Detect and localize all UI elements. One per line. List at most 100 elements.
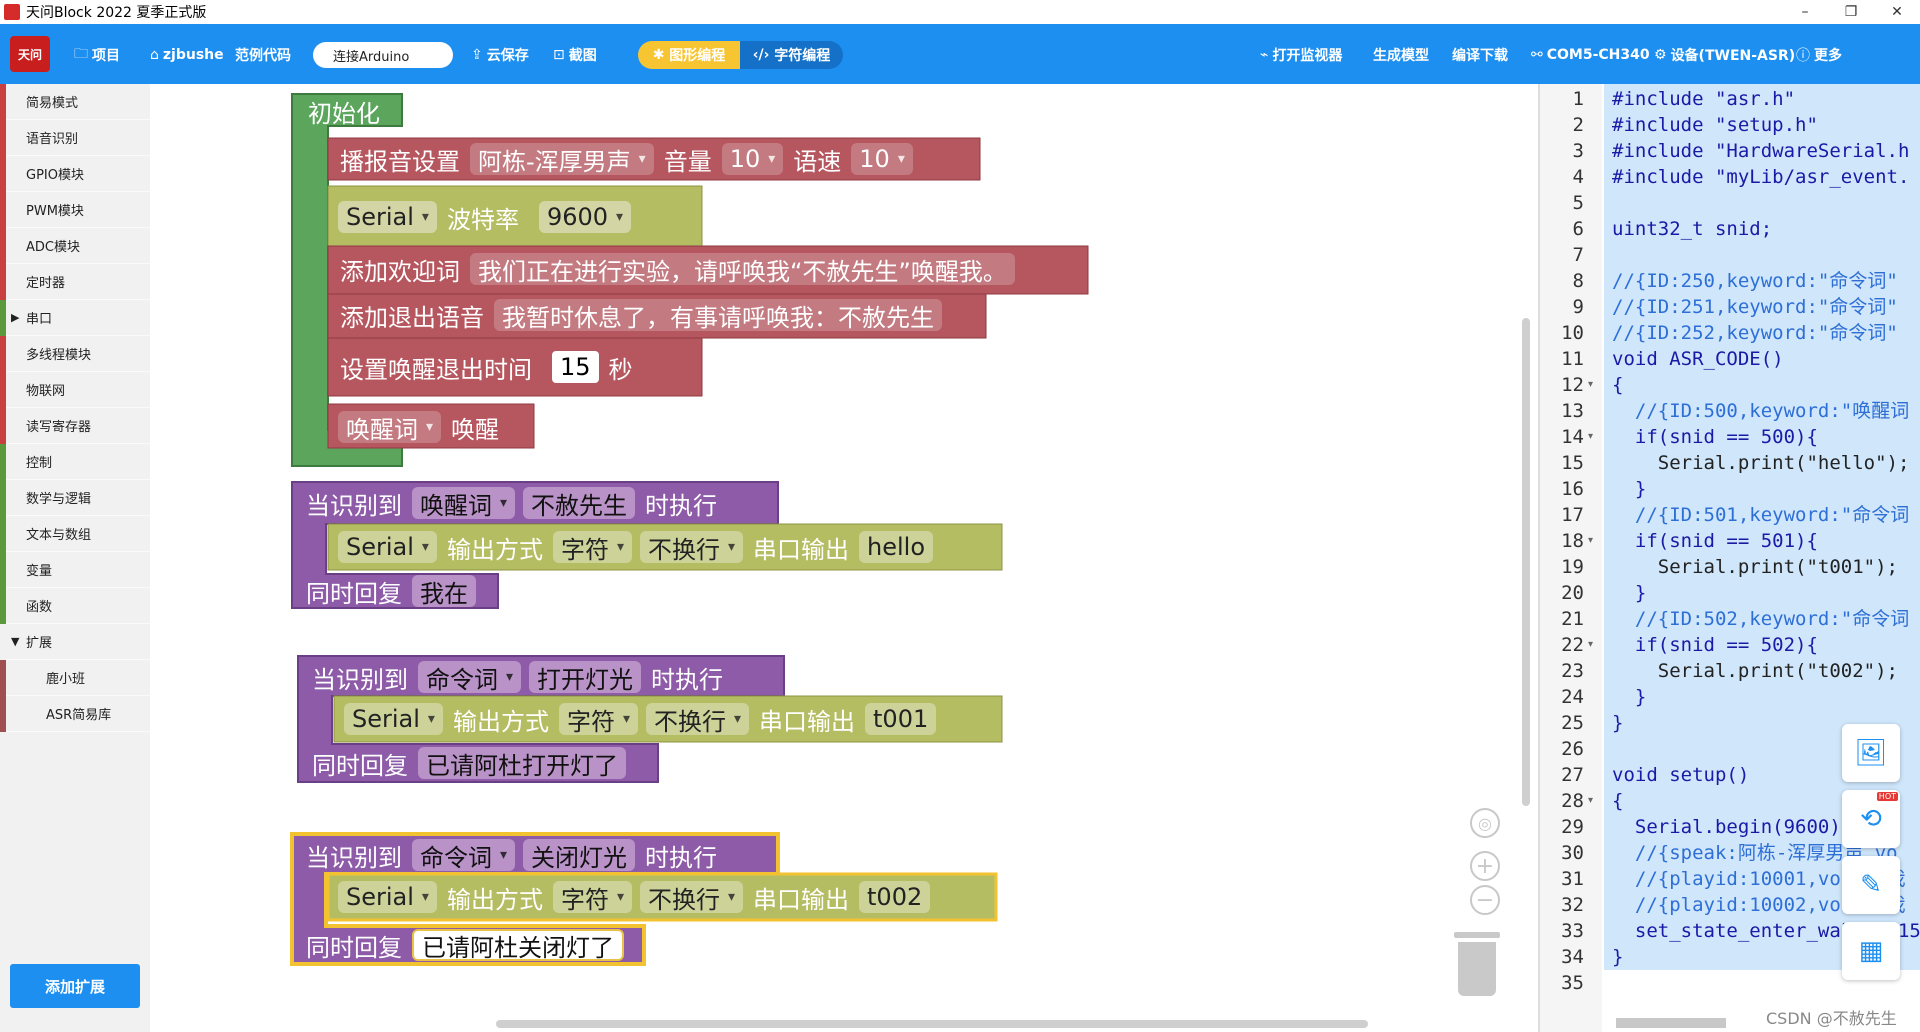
init-header[interactable]: 初始化: [302, 96, 386, 128]
event3-mode-dropdown[interactable]: 字符: [552, 881, 632, 914]
event1-reply-field[interactable]: 我在: [412, 575, 476, 608]
wake-type-dropdown[interactable]: 唤醒词: [338, 411, 442, 444]
qrcode-icon[interactable]: ▦: [1842, 922, 1900, 980]
event3-serial-dropdown[interactable]: Serial: [338, 881, 437, 913]
image-add-icon[interactable]: 🖼: [1842, 724, 1900, 782]
text-mode-tab[interactable]: ‹/› 字符编程: [740, 41, 843, 69]
sidebar-category[interactable]: 物联网: [0, 371, 150, 408]
target-icon[interactable]: ◎: [1470, 808, 1500, 838]
sidebar-category[interactable]: 控制: [0, 443, 150, 480]
blocks-workspace[interactable]: 初始化 播报音设置 阿栋-浑厚男声 音量 10 语速 10 Serial 波特率…: [150, 84, 1532, 1032]
fold-toggle-icon[interactable]: ▾: [1588, 528, 1593, 554]
sidebar-category[interactable]: 函数: [0, 587, 150, 624]
more-menu[interactable]: ⓘ 更多: [1796, 44, 1842, 66]
welcome-block[interactable]: 添加欢迎词 我们正在进行实验，请呼唤我“不赦先生”唤醒我。: [334, 252, 1019, 286]
event3-output-field[interactable]: t002: [859, 881, 931, 913]
sidebar-category[interactable]: 语音识别: [0, 119, 150, 156]
volume-dropdown[interactable]: 10: [721, 143, 784, 175]
exit-text-field[interactable]: 我暂时休息了，有事请呼唤我：不赦先生: [494, 299, 942, 332]
sidebar-category[interactable]: ▶ 串口: [0, 299, 150, 336]
sidebar-category[interactable]: ADC模块: [0, 227, 150, 264]
event3-serial-block[interactable]: Serial 输出方式 字符 不换行 串口输出 t002: [334, 880, 934, 914]
sidebar-category[interactable]: PWM模块: [0, 191, 150, 228]
event2-output-field[interactable]: t001: [865, 703, 937, 735]
exit-voice-block[interactable]: 添加退出语音 我暂时休息了，有事请呼唤我：不赦先生: [334, 298, 946, 332]
workspace-horizontal-scrollbar[interactable]: [496, 1020, 1368, 1028]
serial-baud-block[interactable]: Serial 波特率 9600: [334, 200, 635, 234]
connect-arduino-button[interactable]: 连接Arduino: [313, 42, 453, 68]
event2-header[interactable]: 当识别到 命令词 打开灯光 时执行: [306, 660, 729, 694]
baud-dropdown[interactable]: 9600: [538, 201, 632, 233]
trash-icon[interactable]: [1454, 932, 1500, 996]
minimize-button[interactable]: –: [1782, 0, 1828, 24]
edit-icon[interactable]: ✎: [1842, 856, 1900, 914]
user-menu[interactable]: ⌂ zjbushe: [150, 44, 224, 66]
sidebar-category[interactable]: ▼ 扩展: [0, 623, 150, 660]
wake-timeout-block[interactable]: 设置唤醒退出时间 15 秒: [334, 350, 639, 384]
sidebar-category[interactable]: GPIO模块: [0, 155, 150, 192]
maximize-button[interactable]: ❐: [1828, 0, 1874, 24]
event1-header[interactable]: 当识别到 唤醒词 不赦先生 时执行: [300, 486, 723, 520]
event2-keyword-field[interactable]: 打开灯光: [529, 661, 642, 694]
event1-output-field[interactable]: hello: [859, 531, 934, 563]
sidebar-category[interactable]: 多线程模块: [0, 335, 150, 372]
event1-type-dropdown[interactable]: 唤醒词: [412, 487, 516, 520]
sidebar-category[interactable]: 数学与逻辑: [0, 479, 150, 516]
sidebar-category[interactable]: 读写寄存器: [0, 407, 150, 444]
sidebar-category[interactable]: 定时器: [0, 263, 150, 300]
share-icon[interactable]: ⟲ HOT: [1842, 790, 1900, 848]
cloud-save-button[interactable]: ⇪ 云保存: [471, 44, 529, 66]
event1-reply-block[interactable]: 同时回复 我在: [300, 574, 480, 608]
sidebar-category[interactable]: 文本与数组: [0, 515, 150, 552]
welcome-text-field[interactable]: 我们正在进行实验，请呼唤我“不赦先生”唤醒我。: [470, 253, 1015, 286]
add-extension-button[interactable]: 添加扩展: [10, 964, 140, 1008]
port-select[interactable]: ⚯ COM5-CH340: [1531, 44, 1650, 66]
close-button[interactable]: ✕: [1874, 0, 1920, 24]
event2-type-dropdown[interactable]: 命令词: [418, 661, 522, 694]
compile-download-button[interactable]: 编译下载: [1452, 44, 1508, 66]
gen-model-button[interactable]: 生成模型: [1373, 44, 1429, 66]
voice-dropdown[interactable]: 阿栋-浑厚男声: [470, 143, 654, 176]
fold-toggle-icon[interactable]: ▾: [1588, 788, 1593, 814]
event2-mode-dropdown[interactable]: 字符: [558, 703, 638, 736]
sidebar-category[interactable]: 变量: [0, 551, 150, 588]
zoom-in-button[interactable]: +: [1470, 851, 1500, 881]
event3-reply-block[interactable]: 同时回复 已请阿杜关闭灯了: [300, 928, 628, 962]
event3-keyword-field[interactable]: 关闭灯光: [523, 839, 636, 872]
speed-dropdown[interactable]: 10: [851, 143, 913, 175]
fold-toggle-icon[interactable]: ▾: [1588, 372, 1593, 398]
wake-word-block[interactable]: 唤醒词 唤醒: [334, 410, 505, 444]
examples-menu[interactable]: 范例代码: [235, 44, 291, 66]
fold-toggle-icon[interactable]: ▾: [1588, 632, 1593, 658]
expand-arrow-icon[interactable]: ▼: [11, 635, 19, 648]
workspace-vertical-scrollbar[interactable]: [1522, 318, 1530, 806]
open-monitor-button[interactable]: ⌁ 打开监视器: [1260, 44, 1342, 66]
editor-horizontal-scrollbar[interactable]: [1616, 1018, 1726, 1028]
tts-setting-block[interactable]: 播报音设置 阿栋-浑厚男声 音量 10 语速 10: [334, 142, 917, 176]
graphic-mode-tab[interactable]: ✱ 图形编程: [638, 41, 740, 69]
sidebar-category[interactable]: ASR简易库: [0, 695, 150, 732]
project-menu[interactable]: 🗀 项目: [74, 44, 120, 66]
event2-reply-block[interactable]: 同时回复 已请阿杜打开灯了: [306, 746, 630, 780]
event1-mode-dropdown[interactable]: 字符: [552, 531, 632, 564]
event3-reply-input[interactable]: 已请阿杜关闭灯了: [412, 929, 624, 962]
screenshot-button[interactable]: ⊡ 截图: [553, 44, 597, 66]
zoom-out-button[interactable]: −: [1470, 885, 1500, 915]
event2-reply-field[interactable]: 已请阿杜打开灯了: [418, 747, 626, 780]
event3-newline-dropdown[interactable]: 不换行: [639, 881, 744, 914]
event1-keyword-field[interactable]: 不赦先生: [523, 487, 636, 520]
event1-newline-dropdown[interactable]: 不换行: [639, 531, 744, 564]
timeout-number-field[interactable]: 15: [552, 351, 599, 383]
device-select[interactable]: ⚙ 设备(TWEN-ASR): [1654, 44, 1795, 66]
sidebar-category[interactable]: 鹿小班: [0, 659, 150, 696]
expand-arrow-icon[interactable]: ▶: [11, 311, 19, 324]
fold-toggle-icon[interactable]: ▾: [1588, 424, 1593, 450]
event3-header[interactable]: 当识别到 命令词 关闭灯光 时执行: [300, 838, 723, 872]
serial-dropdown[interactable]: Serial: [338, 201, 437, 233]
event1-serial-block[interactable]: Serial 输出方式 字符 不换行 串口输出 hello: [334, 530, 937, 564]
event2-newline-dropdown[interactable]: 不换行: [645, 703, 750, 736]
sidebar-category[interactable]: 简易模式: [0, 83, 150, 120]
event3-type-dropdown[interactable]: 命令词: [412, 839, 516, 872]
event2-serial-dropdown[interactable]: Serial: [344, 703, 443, 735]
event2-serial-block[interactable]: Serial 输出方式 字符 不换行 串口输出 t001: [340, 702, 940, 736]
